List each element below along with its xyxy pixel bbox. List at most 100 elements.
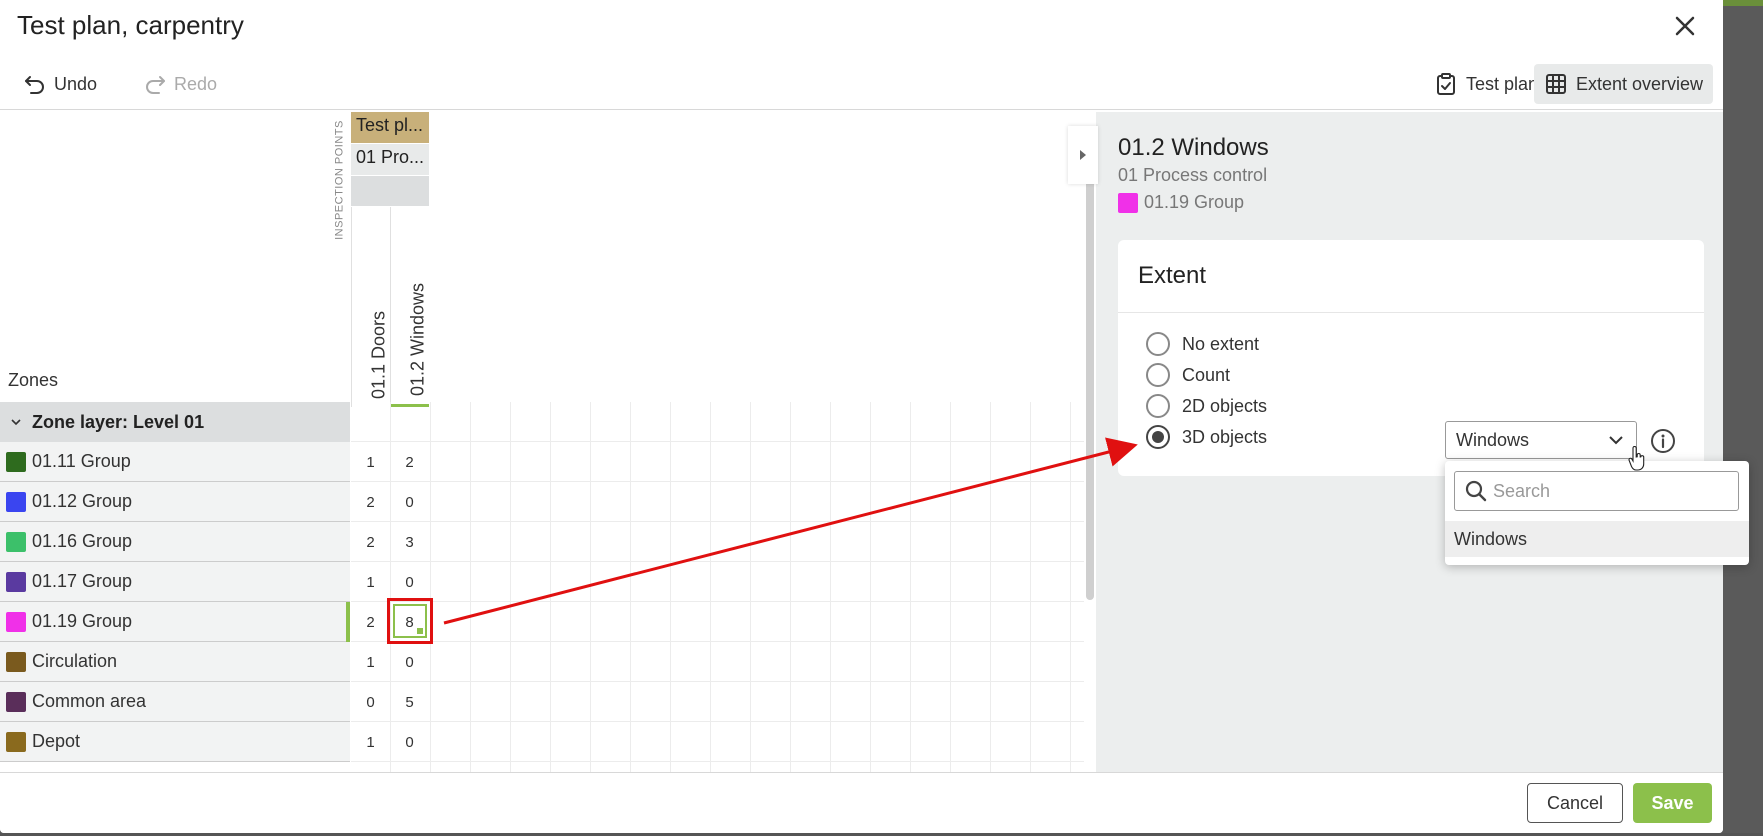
radio-label: Count (1182, 364, 1231, 385)
grid-cell[interactable]: 0 (390, 722, 429, 762)
zone-row[interactable]: 01.19 Group (0, 602, 350, 642)
radio-count[interactable]: Count (1146, 363, 1230, 387)
redo-label: Redo (174, 73, 218, 94)
object-type-select[interactable]: Windows (1445, 421, 1637, 459)
zone-color-swatch (6, 731, 26, 752)
grid-cell[interactable]: 1 (351, 722, 390, 762)
grid-icon (1545, 74, 1566, 94)
grid-cell[interactable]: 5 (390, 682, 429, 722)
modal-header: Test plan, carpentry (0, 0, 1723, 52)
zone-row[interactable]: 01.16 Group (0, 522, 350, 562)
redo-button[interactable]: Redo (134, 64, 227, 104)
extent-grid: Zones INSPECTION POINTS Test pl... 01 Pr… (0, 112, 1085, 772)
radio-label: 3D objects (1182, 426, 1268, 447)
grid-cell[interactable]: 1 (351, 442, 390, 482)
zone-color-swatch (6, 651, 26, 672)
radio-label: 2D objects (1182, 395, 1268, 416)
grid-cell[interactable]: 2 (351, 482, 390, 522)
zone-name: 01.19 Group (32, 611, 133, 631)
inspection-points-label: INSPECTION POINTS (330, 116, 346, 251)
header-process-control[interactable]: 01 Pro... (351, 144, 429, 175)
zone-color-swatch (6, 491, 26, 512)
zone-row[interactable]: 01.17 Group (0, 562, 350, 602)
zone-color-swatch (6, 611, 26, 632)
undo-label: Undo (54, 73, 98, 94)
chevron-right-icon (1080, 150, 1086, 160)
header-empty (351, 176, 429, 206)
zone-name: Circulation (32, 651, 118, 671)
undo-button[interactable]: Undo (14, 64, 107, 104)
extent-overview-label: Extent overview (1575, 73, 1703, 94)
zone-row[interactable]: 01.11 Group (0, 442, 350, 482)
zone-color-swatch (6, 691, 26, 712)
modal-footer: Cancel Save (0, 772, 1723, 833)
radio-no-extent[interactable]: No extent (1146, 332, 1259, 356)
zone-name: Depot (32, 731, 81, 751)
zone-color-swatch (1118, 192, 1138, 213)
radio-button-checked[interactable] (1146, 425, 1170, 449)
search-icon (1465, 480, 1487, 502)
object-type-dropdown: Windows (1445, 461, 1749, 565)
test-plan-modal: Test plan, carpentry Undo Redo Test plan… (0, 0, 1723, 833)
grid-cell[interactable]: 2 (351, 522, 390, 562)
cancel-button[interactable]: Cancel (1527, 783, 1623, 823)
chevron-down-icon[interactable] (10, 416, 22, 428)
zone-color-swatch (6, 531, 26, 552)
column-header-doors[interactable]: 01.1 Doors (351, 207, 390, 407)
detail-subtitle: 01 Process control (1118, 165, 1268, 185)
extent-title: Extent (1138, 262, 1207, 289)
zone-color-swatch (6, 571, 26, 592)
collapse-panel-button[interactable] (1068, 126, 1098, 184)
grid-cell[interactable]: 2 (390, 442, 429, 482)
grid-cell[interactable]: 0 (351, 682, 390, 722)
dropdown-search[interactable] (1454, 471, 1739, 511)
column-header-windows[interactable]: 01.2 Windows (390, 207, 429, 407)
grid-cell[interactable]: 2 (351, 602, 390, 642)
grid-cell[interactable]: 0 (390, 642, 429, 682)
save-button[interactable]: Save (1633, 783, 1712, 823)
dropdown-item-windows[interactable]: Windows (1445, 521, 1749, 557)
redo-icon (146, 76, 165, 94)
radio-button[interactable] (1146, 363, 1170, 387)
close-icon[interactable] (1669, 10, 1701, 42)
select-value: Windows (1456, 429, 1530, 450)
undo-icon (25, 76, 44, 94)
toolbar: Undo Redo Test plan Extent overview (0, 58, 1723, 110)
test-plan-label: Test plan (1465, 73, 1538, 94)
test-plan-button[interactable]: Test plan (1424, 64, 1548, 104)
zone-layer-row[interactable]: Zone layer: Level 01 (0, 402, 350, 442)
grid-cell[interactable]: 3 (390, 522, 429, 562)
header-test-plan[interactable]: Test pl... (351, 112, 429, 143)
radio-2d-objects[interactable]: 2D objects (1146, 394, 1267, 418)
zone-name: 01.12 Group (32, 491, 133, 511)
radio-label: No extent (1182, 333, 1260, 354)
grid-cell[interactable]: 1 (351, 562, 390, 602)
scrollbar-thumb[interactable] (1086, 160, 1094, 600)
zone-name: 01.11 Group (32, 451, 131, 471)
grid-cell[interactable]: 1 (351, 642, 390, 682)
detail-title: 01.2 Windows (1118, 134, 1269, 161)
detail-zone: 01.19 Group (1118, 192, 1244, 213)
extent-overview-button[interactable]: Extent overview (1533, 64, 1713, 104)
modal-title: Test plan, carpentry (17, 10, 244, 40)
radio-button[interactable] (1146, 394, 1170, 418)
zone-row[interactable]: Common area (0, 682, 350, 722)
grid-cell[interactable]: 8 (390, 602, 429, 642)
card-divider (1118, 312, 1704, 313)
hand-cursor-icon (1628, 446, 1645, 471)
zone-name: Common area (32, 691, 147, 711)
radio-button[interactable] (1146, 332, 1170, 356)
info-icon[interactable] (1650, 428, 1676, 454)
radio-3d-objects[interactable]: 3D objects (1146, 425, 1267, 449)
zone-row[interactable]: 01.12 Group (0, 482, 350, 522)
zone-name: 01.16 Group (32, 531, 133, 551)
grid-cell[interactable]: 0 (390, 562, 429, 602)
chevron-down-icon (1609, 436, 1623, 445)
clipboard-check-icon (1436, 73, 1455, 95)
zone-layer-label: Zone layer: Level 01 (32, 411, 205, 432)
zone-row[interactable]: Depot (0, 722, 350, 762)
search-input[interactable] (1493, 480, 1723, 502)
grid-cell[interactable]: 0 (390, 482, 429, 522)
active-row-indicator (346, 602, 350, 642)
zone-row[interactable]: Circulation (0, 642, 350, 682)
